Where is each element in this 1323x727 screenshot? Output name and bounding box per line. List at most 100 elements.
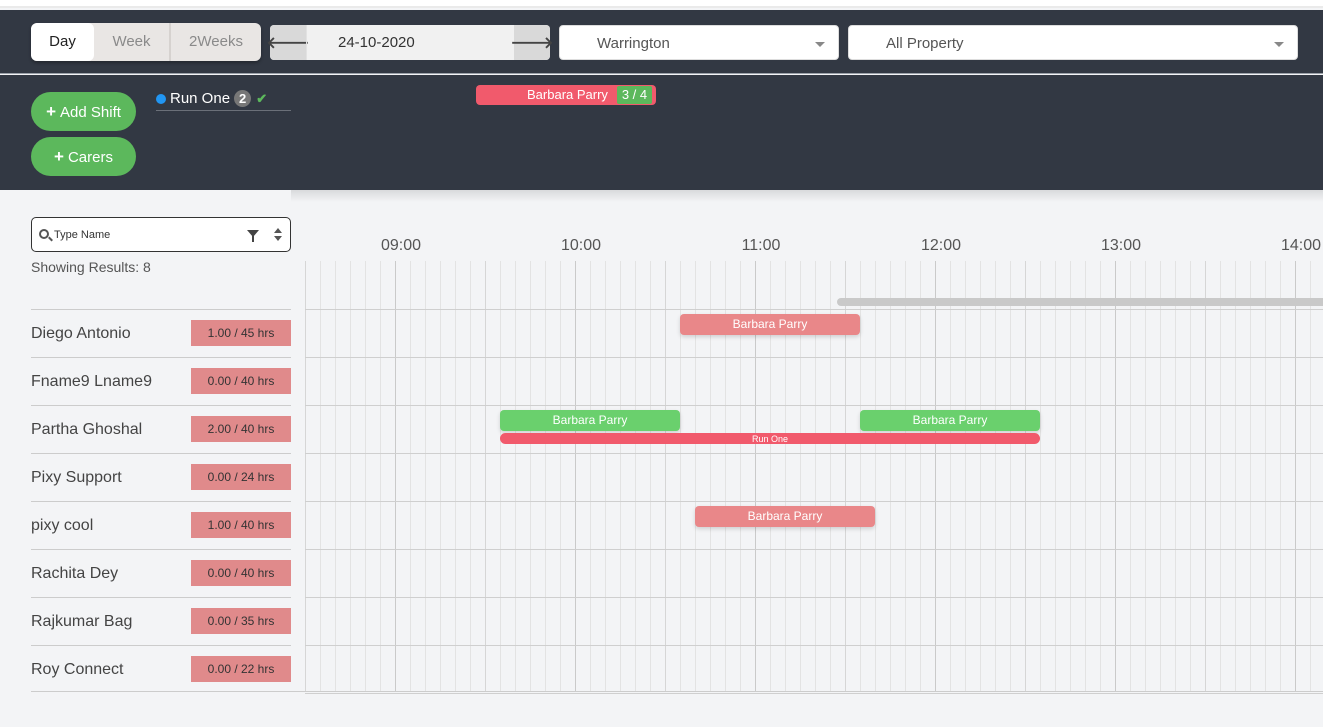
location-select[interactable]: Warrington [559,25,839,60]
grid-line [935,261,936,692]
grid-line [590,261,591,692]
grid-line [1250,261,1251,692]
grid-line [1085,261,1086,692]
grid-line [485,261,486,692]
grid-line [380,261,381,692]
grid-line [890,261,891,692]
grid-line [965,261,966,692]
grid-line [545,261,546,692]
add-shift-button[interactable]: + Add Shift [31,92,136,131]
next-date-button[interactable]: 🡒 [511,25,553,60]
grid-line [1025,261,1026,692]
grid-line [305,261,306,692]
carer-name: Diego Antonio [31,325,131,342]
grid-line [1265,261,1266,692]
unassigned-panel: + Add Shift + Carers Run One 2 ✔ Barbara P… [0,75,1323,190]
tab-2weeks[interactable]: 2Weeks [171,23,261,61]
grid-line [395,261,396,692]
toolbar: Day Week 2Weeks 🡐 24-10-2020 🡒 Warringto… [0,10,1323,74]
carer-row[interactable]: Roy Connect 0.00 / 22 hrs [31,645,291,693]
grid-line [1055,261,1056,692]
unassigned-shift[interactable]: Barbara Parry 3 / 4 [476,85,656,105]
row-divider [305,405,1323,406]
timeline-grid: 09:00 10:00 11:00 12:00 13:00 14:00 Barbara P… [305,225,1323,695]
carer-row[interactable]: Pixy Support 0.00 / 24 hrs [31,453,291,501]
filter-icon[interactable] [247,230,259,242]
shift-block[interactable]: Barbara Parry [860,410,1040,431]
time-tick-label: 13:00 [1100,237,1142,254]
grid-line [1010,261,1011,692]
grid-line [905,261,906,692]
tab-week[interactable]: Week [94,23,171,61]
grid-line [320,261,321,692]
grid-line [995,261,996,692]
grid-line [500,261,501,692]
carer-name: Rachita Dey [31,565,119,582]
row-divider [305,645,1323,646]
time-tick-label: 14:00 [1280,237,1322,254]
shift-block[interactable]: Barbara Parry [695,506,875,527]
carer-hours-badge: 2.00 / 40 hrs [191,416,291,442]
grid-line [515,261,516,692]
carer-row[interactable]: Rachita Dey 0.00 / 40 hrs [31,549,291,597]
tab-day[interactable]: Day [31,23,94,61]
grid-line [650,261,651,692]
horizontal-scrollbar[interactable] [837,298,1323,306]
run-item[interactable]: Run One 2 ✔ [156,87,291,111]
row-divider [305,453,1323,454]
carer-hours-badge: 0.00 / 22 hrs [191,656,291,682]
grid-line [665,261,666,692]
row-divider [305,501,1323,502]
location-value: Warrington [597,35,670,52]
carer-hours-badge: 0.00 / 24 hrs [191,464,291,490]
prev-date-button[interactable]: 🡐 [267,25,309,60]
grid-line [860,261,861,692]
check-icon: ✔ [256,90,268,106]
carer-name: pixy cool [31,517,94,534]
list-bottom-divider [31,691,1323,692]
grid-line [335,261,336,692]
run-name: Run One [170,90,231,107]
time-tick-label: 10:00 [560,237,602,254]
grid-line [875,261,876,692]
date-field[interactable]: 24-10-2020 [306,25,415,60]
grid-line [980,261,981,692]
carer-name: Rajkumar Bag [31,613,133,630]
grid-line [560,261,561,692]
grid-line [1130,261,1131,692]
property-select[interactable]: All Property [848,25,1298,60]
grid-line [455,261,456,692]
arrow-left-icon: 🡐 [266,35,310,52]
grid-line [1280,261,1281,692]
carer-row[interactable]: Partha Ghoshal 2.00 / 40 hrs [31,405,291,453]
carer-row[interactable]: Rajkumar Bag 0.00 / 35 hrs [31,597,291,645]
grid-line [470,261,471,692]
chevron-down-icon [815,42,825,47]
grid-line [1115,261,1116,692]
grid-line [425,261,426,692]
shift-block[interactable]: Barbara Parry [680,314,860,335]
grid-line [1190,261,1191,692]
grid-line [620,261,621,692]
grid-line [350,261,351,692]
grid-line [1220,261,1221,692]
row-divider [305,597,1323,598]
carer-hours-badge: 0.00 / 35 hrs [191,608,291,634]
grid-line [1235,261,1236,692]
search-input[interactable] [54,226,244,244]
run-bar[interactable]: Run One [500,433,1040,444]
carer-row[interactable]: Fname9 Lname9 0.00 / 40 hrs [31,357,291,405]
sort-icon[interactable] [274,228,282,242]
property-value: All Property [886,35,964,52]
carer-hours-badge: 1.00 / 40 hrs [191,512,291,538]
carer-row[interactable]: pixy cool 1.00 / 40 hrs [31,501,291,549]
unassigned-shift-count: 3 / 4 [617,86,652,104]
carer-row[interactable]: Diego Antonio 1.00 / 45 hrs [31,309,291,357]
carer-search [31,217,291,252]
carer-name: Pixy Support [31,469,122,486]
shift-block[interactable]: Barbara Parry [500,410,680,431]
time-tick-label: 12:00 [920,237,962,254]
grid-line [575,261,576,692]
run-count-badge: 2 [234,90,252,107]
add-carers-button[interactable]: + Carers [31,137,136,176]
